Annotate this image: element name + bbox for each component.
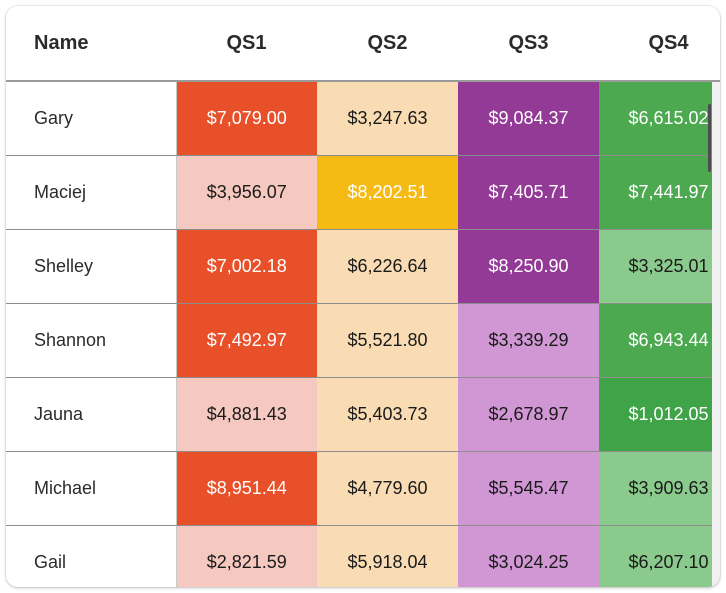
cell-qs3[interactable]: $8,250.90 (458, 230, 599, 304)
cell-qs1[interactable]: $7,079.00 (176, 81, 317, 156)
cell-qs4[interactable]: $6,615.02 (599, 81, 720, 156)
data-table: Name QS1 QS2 QS3 QS4 Gary$7,079.00$3,247… (6, 6, 720, 587)
cell-qs1[interactable]: $4,881.43 (176, 378, 317, 452)
cell-qs4[interactable]: $6,943.44 (599, 304, 720, 378)
cell-name[interactable]: Jauna (6, 378, 176, 452)
table-row: Gail$2,821.59$5,918.04$3,024.25$6,207.10 (6, 526, 720, 588)
cell-qs3[interactable]: $2,678.97 (458, 378, 599, 452)
cell-qs1[interactable]: $7,492.97 (176, 304, 317, 378)
table-row: Shelley$7,002.18$6,226.64$8,250.90$3,325… (6, 230, 720, 304)
cell-qs2[interactable]: $8,202.51 (317, 156, 458, 230)
cell-qs3[interactable]: $5,545.47 (458, 452, 599, 526)
cell-qs2[interactable]: $3,247.63 (317, 81, 458, 156)
cell-qs2[interactable]: $6,226.64 (317, 230, 458, 304)
table-header: Name QS1 QS2 QS3 QS4 (6, 6, 720, 81)
table-row: Gary$7,079.00$3,247.63$9,084.37$6,615.02 (6, 81, 720, 156)
cell-qs1[interactable]: $7,002.18 (176, 230, 317, 304)
cell-qs1[interactable]: $3,956.07 (176, 156, 317, 230)
cell-qs2[interactable]: $5,918.04 (317, 526, 458, 588)
cell-qs1[interactable]: $2,821.59 (176, 526, 317, 588)
column-header-qs3[interactable]: QS3 (458, 6, 599, 81)
cell-qs3[interactable]: $3,024.25 (458, 526, 599, 588)
vertical-scrollbar-thumb[interactable] (708, 104, 711, 172)
vertical-scrollbar-track[interactable] (712, 82, 720, 587)
table-row: Jauna$4,881.43$5,403.73$2,678.97$1,012.0… (6, 378, 720, 452)
cell-qs2[interactable]: $4,779.60 (317, 452, 458, 526)
cell-qs4[interactable]: $7,441.97 (599, 156, 720, 230)
cell-name[interactable]: Gail (6, 526, 176, 588)
header-row: Name QS1 QS2 QS3 QS4 (6, 6, 720, 81)
cell-qs3[interactable]: $7,405.71 (458, 156, 599, 230)
cell-name[interactable]: Michael (6, 452, 176, 526)
cell-qs4[interactable]: $1,012.05 (599, 378, 720, 452)
cell-name[interactable]: Gary (6, 81, 176, 156)
cell-qs3[interactable]: $9,084.37 (458, 81, 599, 156)
column-header-qs2[interactable]: QS2 (317, 6, 458, 81)
cell-qs4[interactable]: $3,325.01 (599, 230, 720, 304)
table-body: Gary$7,079.00$3,247.63$9,084.37$6,615.02… (6, 81, 720, 587)
cell-qs4[interactable]: $6,207.10 (599, 526, 720, 588)
column-header-qs4[interactable]: QS4 (599, 6, 720, 81)
cell-name[interactable]: Shelley (6, 230, 176, 304)
table-row: Michael$8,951.44$4,779.60$5,545.47$3,909… (6, 452, 720, 526)
column-header-qs1[interactable]: QS1 (176, 6, 317, 81)
data-table-card: Name QS1 QS2 QS3 QS4 Gary$7,079.00$3,247… (6, 6, 720, 587)
column-header-name[interactable]: Name (6, 6, 176, 81)
cell-qs2[interactable]: $5,521.80 (317, 304, 458, 378)
table-row: Maciej$3,956.07$8,202.51$7,405.71$7,441.… (6, 156, 720, 230)
cell-qs3[interactable]: $3,339.29 (458, 304, 599, 378)
cell-name[interactable]: Shannon (6, 304, 176, 378)
cell-qs1[interactable]: $8,951.44 (176, 452, 317, 526)
cell-name[interactable]: Maciej (6, 156, 176, 230)
table-row: Shannon$7,492.97$5,521.80$3,339.29$6,943… (6, 304, 720, 378)
cell-qs2[interactable]: $5,403.73 (317, 378, 458, 452)
cell-qs4[interactable]: $3,909.63 (599, 452, 720, 526)
